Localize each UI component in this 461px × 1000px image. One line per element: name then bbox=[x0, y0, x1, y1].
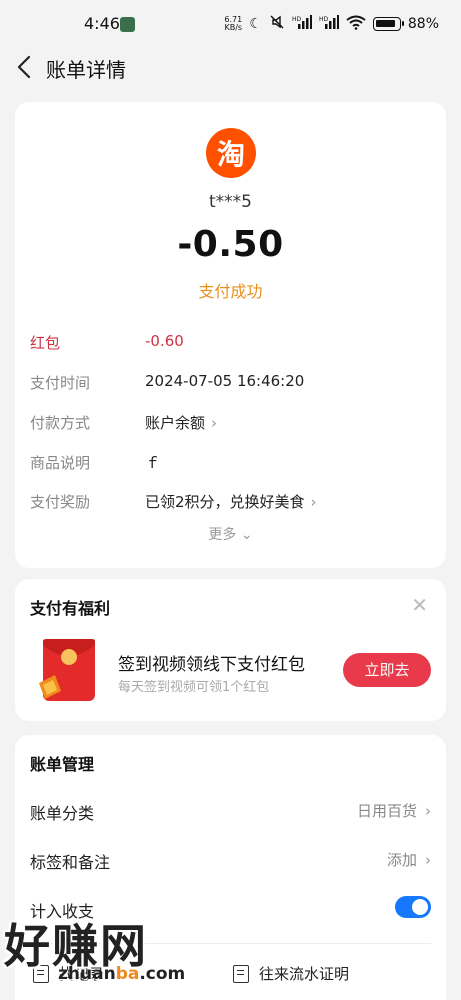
benefit-sub-text: 每天签到视频可领1个红包 bbox=[118, 680, 270, 695]
watermark-url-prefix: zhuan bbox=[58, 964, 116, 984]
detail-value: 2024-07-05 16:46:20 bbox=[145, 372, 304, 390]
status-icons: 6.71 KB/s ☾ HD HD 88% bbox=[224, 14, 439, 34]
pay-reward-value: 已领2积分，兑换好美食 bbox=[145, 493, 305, 511]
pay-time-value: 2024-07-05 16:46:20 bbox=[145, 372, 305, 390]
payment-status: 支付成功 bbox=[198, 282, 263, 301]
svg-text:HD: HD bbox=[292, 16, 302, 23]
include-income-toggle[interactable] bbox=[395, 896, 431, 918]
tags-notes-label: 标签和备注 bbox=[30, 853, 111, 872]
red-envelope-icon bbox=[31, 633, 105, 707]
moon-icon: ☾ bbox=[249, 16, 262, 32]
tags-notes-row[interactable]: 标签和备注 添加 › bbox=[30, 849, 431, 875]
chevron-right-icon: › bbox=[425, 801, 431, 820]
detail-row-product-desc: 商品说明 ｆ bbox=[30, 452, 431, 476]
tags-notes-value: 添加 bbox=[386, 851, 417, 869]
detail-row-pay-reward[interactable]: 支付奖励 已领2积分，兑换好美食 › bbox=[30, 491, 431, 515]
detail-row-pay-method[interactable]: 付款方式 账户余额 › bbox=[30, 412, 431, 436]
more-button[interactable]: 更多 ⌄ bbox=[15, 524, 446, 544]
network-speed: 6.71 KB/s bbox=[224, 16, 242, 32]
battery-percent: 88% bbox=[407, 16, 439, 32]
transaction-proof-link[interactable]: 往来流水证明 bbox=[233, 963, 349, 984]
back-icon[interactable] bbox=[14, 54, 38, 80]
signal-hd-icon: HD bbox=[292, 15, 312, 33]
go-now-button[interactable]: 立即去 bbox=[343, 653, 431, 687]
detail-label: 支付时间 bbox=[30, 374, 91, 392]
payment-amount: -0.50 bbox=[177, 224, 284, 265]
detail-label: 红包 bbox=[30, 334, 61, 352]
detail-value[interactable]: 账户余额 › bbox=[145, 412, 217, 433]
nav-bar: 账单详情 bbox=[0, 50, 461, 84]
detail-row-pay-time: 支付时间 2024-07-05 16:46:20 bbox=[30, 372, 431, 396]
product-desc-value: ｆ bbox=[145, 454, 161, 472]
benefit-card: 支付有福利 ✕ 签到视频领线下支付红包 每天签到视频可领1个红包 立即去 bbox=[15, 579, 446, 721]
chevron-right-icon: › bbox=[425, 850, 431, 869]
pay-method-value: 账户余额 bbox=[145, 414, 206, 432]
app-notification-icon bbox=[120, 17, 135, 32]
mute-icon bbox=[269, 14, 285, 34]
status-time: 4:46 bbox=[84, 14, 120, 33]
bill-category-row[interactable]: 账单分类 日用百货 › bbox=[30, 800, 431, 826]
network-speed-unit: KB/s bbox=[224, 23, 243, 32]
bill-category-value: 日用百货 bbox=[356, 802, 417, 820]
wifi-icon bbox=[346, 15, 366, 34]
chevron-right-icon: › bbox=[211, 413, 218, 432]
benefit-main-text: 签到视频领线下支付红包 bbox=[118, 655, 305, 675]
watermark-url-suffix: .com bbox=[139, 964, 186, 984]
tags-notes-value-group: 添加 › bbox=[387, 849, 431, 870]
detail-label: 付款方式 bbox=[30, 414, 91, 432]
detail-value: ｆ bbox=[145, 452, 160, 473]
detail-label: 商品说明 bbox=[30, 454, 91, 472]
watermark-url-mid: ba bbox=[115, 964, 140, 984]
bill-detail-card: 淘 t***5 -0.50 支付成功 红包 -0.60 支付时间 2024-07… bbox=[15, 102, 446, 568]
detail-row-red-packet: 红包 -0.60 bbox=[30, 332, 431, 356]
bill-category-label: 账单分类 bbox=[30, 804, 95, 823]
taobao-logo-icon: 淘 bbox=[206, 128, 256, 178]
detail-value: -0.60 bbox=[145, 332, 184, 350]
more-label: 更多 bbox=[208, 527, 237, 543]
benefit-title: 支付有福利 bbox=[30, 599, 111, 618]
red-packet-value: -0.60 bbox=[145, 332, 184, 350]
signal-hd-icon: HD bbox=[319, 15, 339, 33]
bill-category-value-group: 日用百货 › bbox=[357, 800, 431, 821]
management-title: 账单管理 bbox=[30, 755, 95, 774]
detail-label: 支付奖励 bbox=[30, 493, 91, 511]
status-bar: 4:46 6.71 KB/s ☾ HD HD 88% bbox=[0, 0, 461, 50]
watermark-url: zhuanba.com bbox=[58, 964, 185, 984]
detail-value[interactable]: 已领2积分，兑换好美食 › bbox=[145, 491, 317, 512]
document-icon bbox=[233, 964, 249, 983]
close-icon[interactable]: ✕ bbox=[411, 593, 428, 617]
page-title: 账单详情 bbox=[46, 58, 126, 82]
svg-text:HD: HD bbox=[319, 16, 329, 23]
chevron-down-icon: ⌄ bbox=[240, 527, 253, 543]
chevron-right-icon: › bbox=[310, 492, 317, 511]
transaction-proof-label: 往来流水证明 bbox=[259, 965, 350, 983]
battery-icon bbox=[372, 17, 404, 31]
merchant-name: t***5 bbox=[209, 192, 252, 212]
